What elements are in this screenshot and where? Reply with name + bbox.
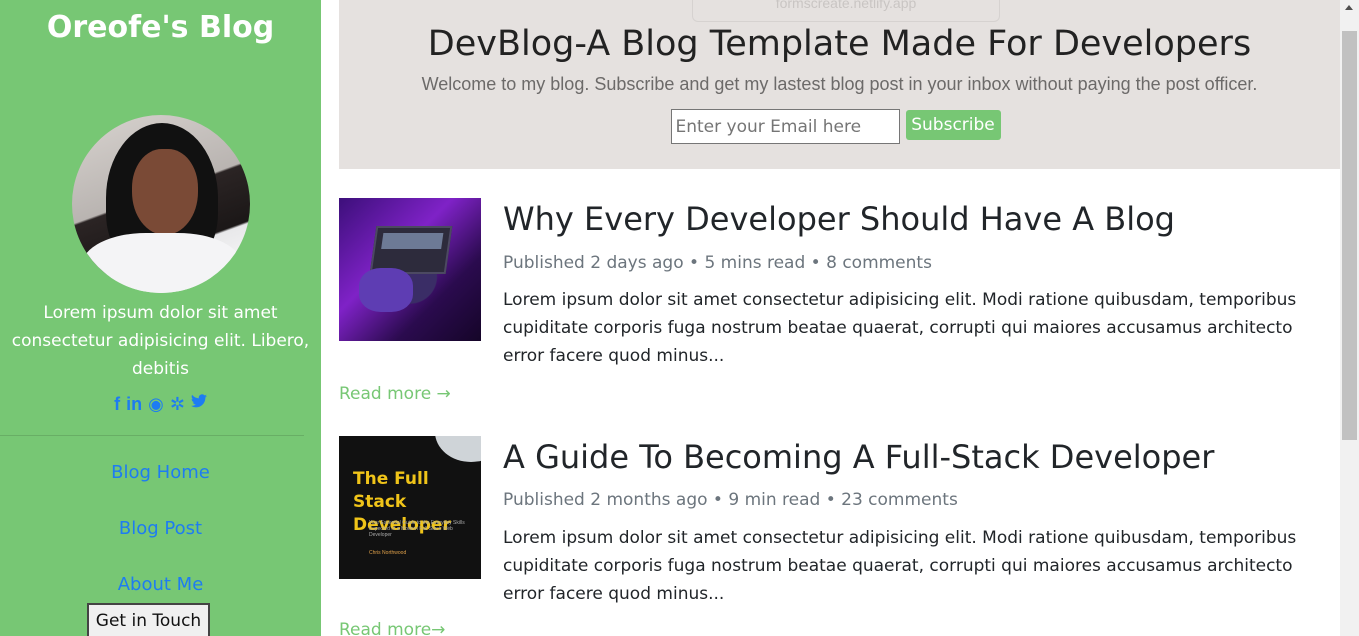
post-meta: Published 2 days ago • 5 mins read • 8 c… — [503, 253, 932, 273]
post-thumbnail[interactable]: The Full Stack Developer Your Essential … — [339, 436, 481, 579]
bio-text: Lorem ipsum dolor sit amet consectetur a… — [11, 303, 310, 379]
github-icon[interactable]: ◉ — [148, 393, 164, 415]
nav-link-about-me[interactable]: About Me — [118, 572, 204, 595]
page-subtitle: Welcome to my blog. Subscribe and get my… — [421, 74, 1258, 94]
subscribe-form: Subscribe — [339, 109, 1340, 144]
sidebar: Oreofe's Blog Lorem ipsum dolor sit amet… — [0, 0, 321, 636]
post-thumbnail[interactable] — [339, 198, 481, 341]
avatar — [71, 115, 250, 293]
url-tooltip: formscreate.netlify.app — [692, 0, 1000, 22]
slack-icon[interactable]: ✲ — [170, 393, 185, 415]
post-card: Why Every Developer Should Have A Blog P… — [339, 198, 1340, 408]
cover-subtitle: Your Essential Guide to the Everyday Ski… — [369, 520, 465, 538]
nav-link-blog-post[interactable]: Blog Post — [119, 516, 202, 539]
linkedin-icon[interactable]: in — [126, 393, 142, 415]
nav-item-blog-home: Blog Home — [0, 460, 321, 516]
facebook-icon[interactable]: f — [114, 393, 120, 415]
page-title: DevBlog-A Blog Template Made For Develop… — [427, 24, 1252, 64]
cover-author: Chris Northwood — [369, 550, 407, 556]
post-title[interactable]: Why Every Developer Should Have A Blog — [503, 199, 1175, 239]
page-header: formscreate.netlify.app DevBlog-A Blog T… — [339, 0, 1340, 169]
scroll-up-arrow-icon[interactable] — [1345, 5, 1353, 10]
scrollbar-thumb[interactable] — [1342, 31, 1357, 440]
read-more-link[interactable]: Read more→ — [339, 620, 445, 636]
post-card: The Full Stack Developer Your Essential … — [339, 436, 1340, 636]
get-in-touch-button[interactable]: Get in Touch — [87, 603, 210, 636]
nav-link-blog-home[interactable]: Blog Home — [111, 460, 210, 483]
email-input[interactable] — [670, 109, 900, 144]
nav-item-blog-post: Blog Post — [0, 516, 321, 572]
post-meta: Published 2 months ago • 9 min read • 23… — [503, 490, 958, 510]
post-title[interactable]: A Guide To Becoming A Full-Stack Develop… — [503, 437, 1214, 477]
post-excerpt: Lorem ipsum dolor sit amet consectetur a… — [503, 290, 1297, 366]
subscribe-button[interactable]: Subscribe — [905, 110, 1001, 140]
scrollbar[interactable] — [1340, 0, 1359, 636]
social-links: f in ◉ ✲ — [0, 393, 321, 415]
read-more-link[interactable]: Read more → — [339, 384, 451, 404]
post-excerpt: Lorem ipsum dolor sit amet consectetur a… — [503, 528, 1297, 604]
twitter-icon[interactable] — [190, 393, 207, 415]
site-title: Oreofe's Blog — [46, 10, 275, 45]
sidebar-divider — [0, 435, 304, 436]
